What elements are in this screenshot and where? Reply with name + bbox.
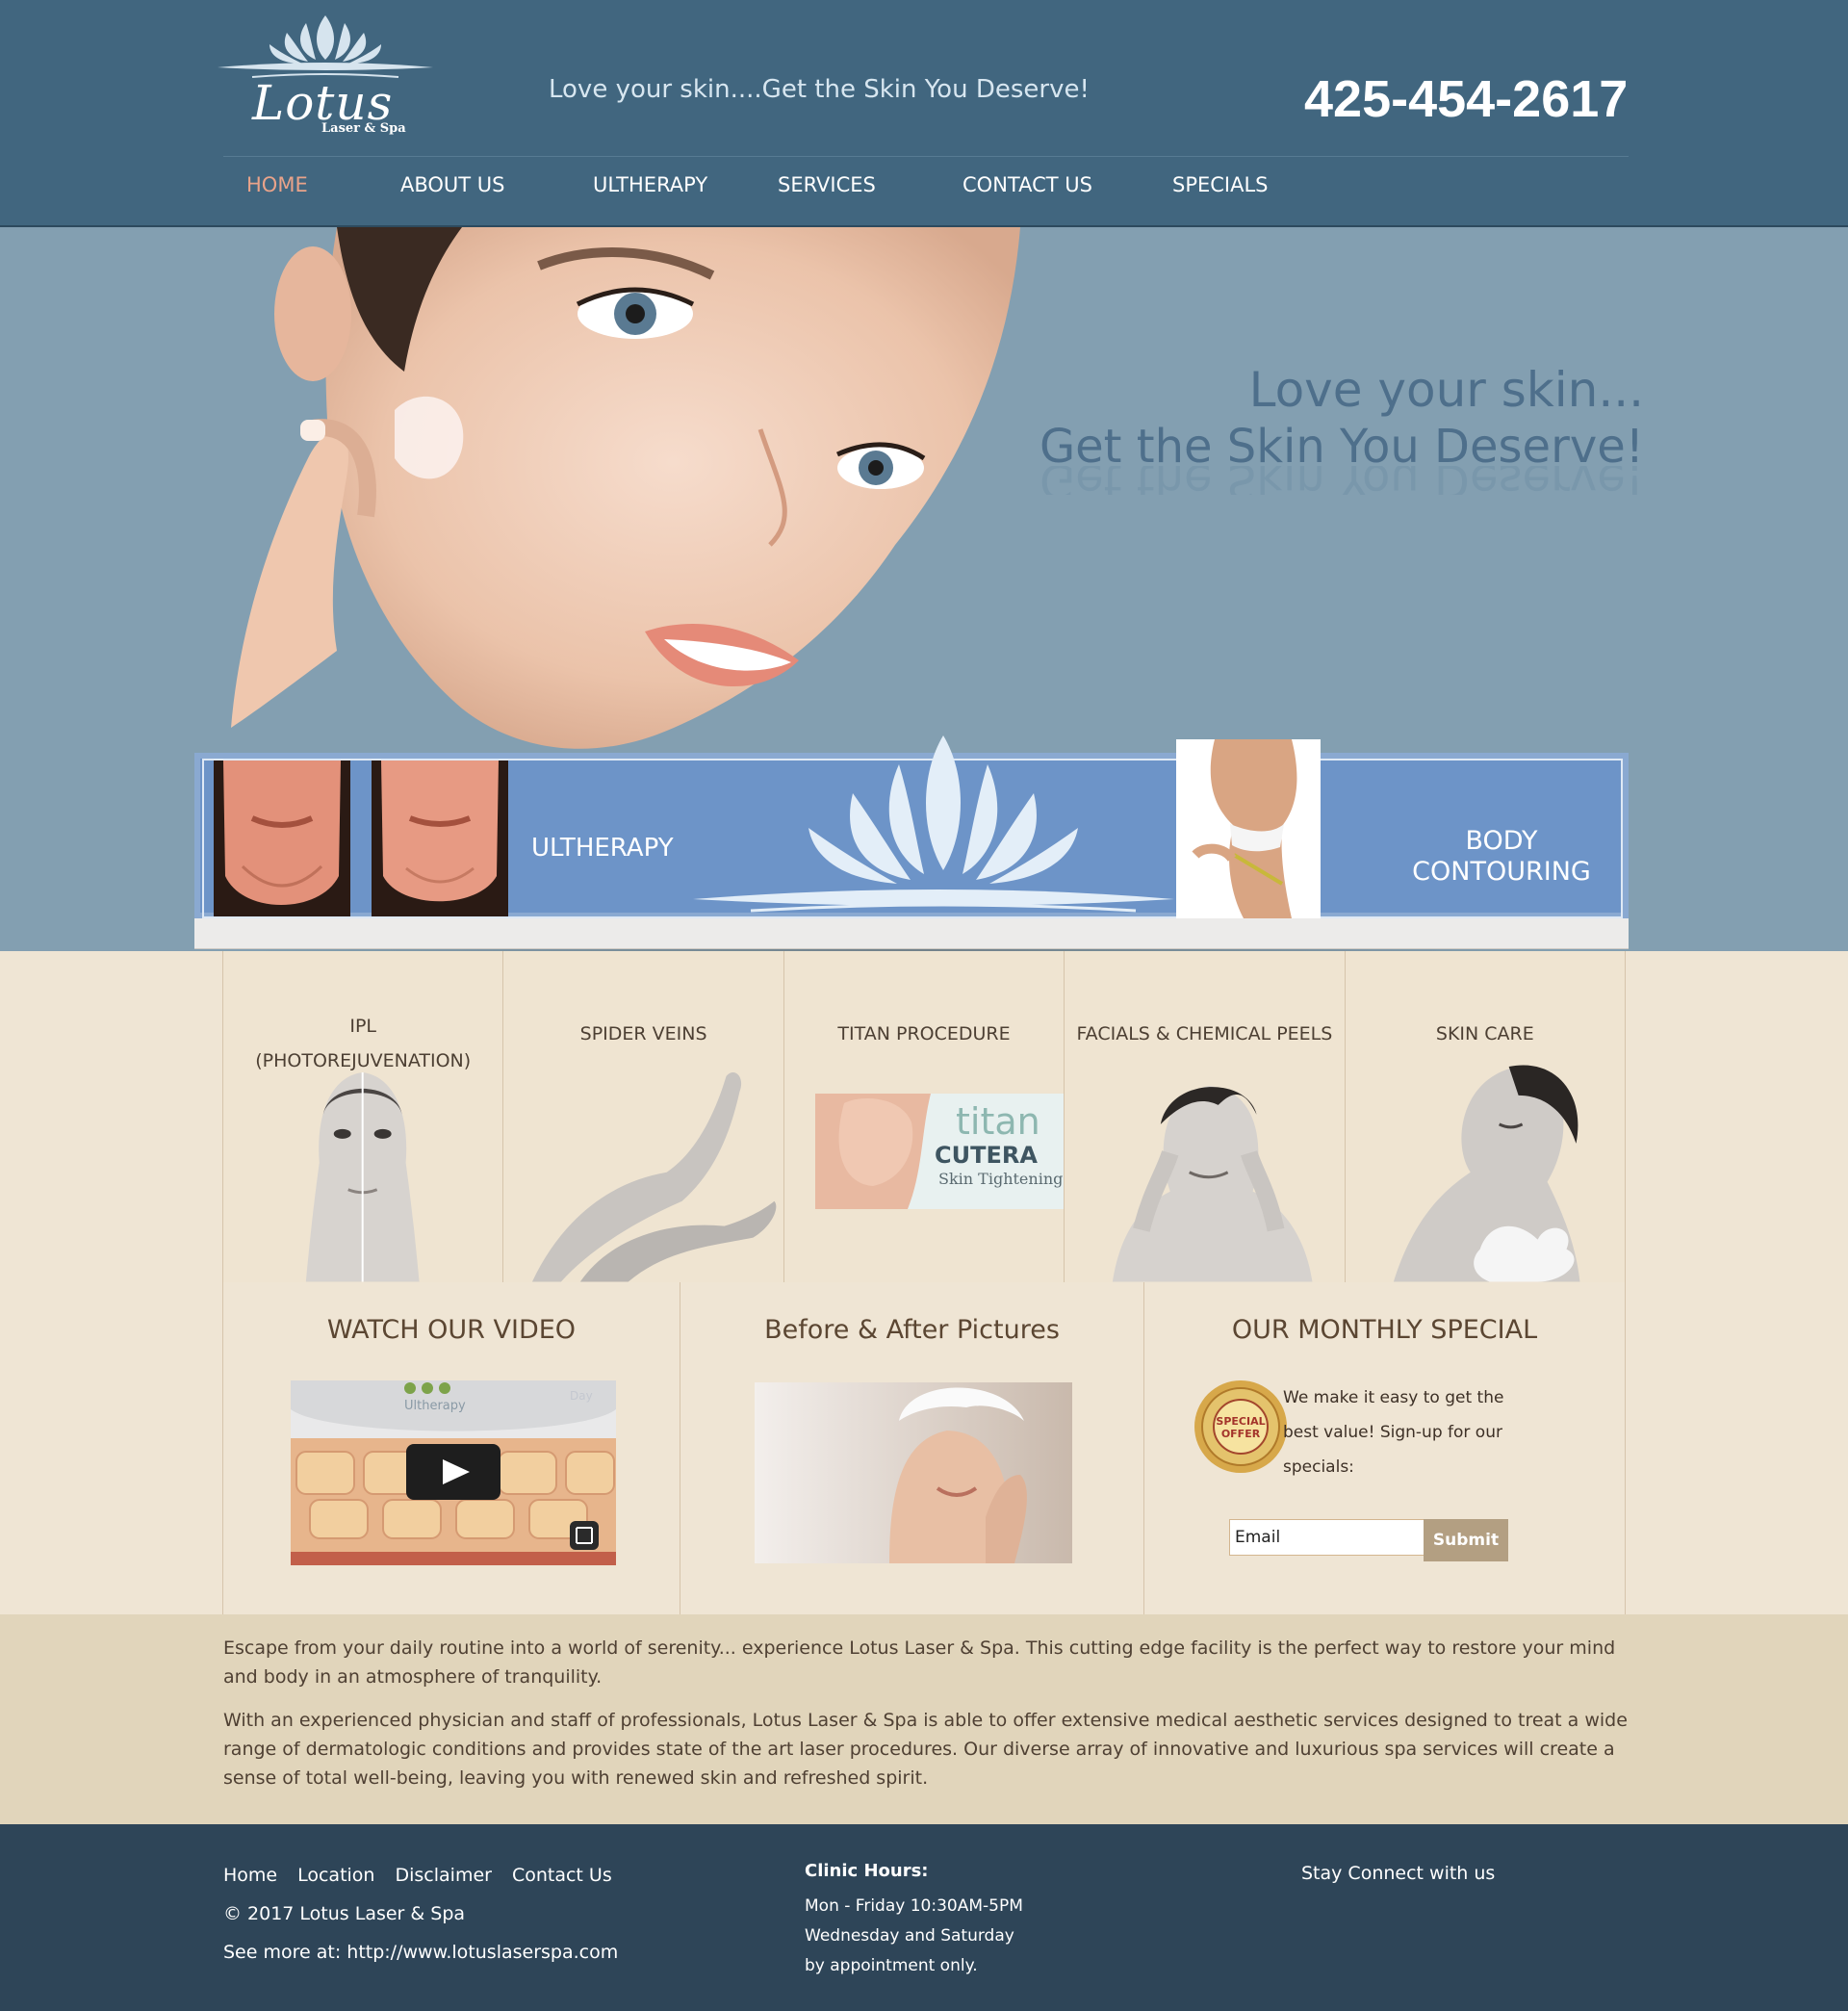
video-corner-text: Day <box>570 1389 593 1403</box>
nav-services[interactable]: SERVICES <box>755 173 939 212</box>
see-more-line: See more at: http://www.lotuslaserspa.co… <box>223 1942 618 1963</box>
nav-about-us[interactable]: ABOUT US <box>377 173 570 212</box>
logo-subtitle: Laser & Spa <box>321 121 406 136</box>
about-paragraph-2: With an experienced physician and staff … <box>223 1710 1628 1789</box>
facial-woman-image <box>1113 1085 1313 1282</box>
monthly-special-panel: OUR MONTHLY SPECIAL SPECIAL OFFER We mak… <box>1143 1282 1626 1614</box>
footer-link-location[interactable]: Location <box>297 1865 374 1886</box>
before-after-image[interactable] <box>755 1382 1072 1563</box>
service-card-title: TITAN PROCEDURE <box>837 1023 1011 1044</box>
header-tagline: Love your skin....Get the Skin You Deser… <box>549 75 1090 104</box>
titan-cutera-image: titan CUTERA Skin Tightening <box>814 1094 1065 1209</box>
lotus-watermark-icon <box>693 735 1174 913</box>
body-contouring-line2: CONTOURING <box>1412 857 1591 887</box>
hours-line-3: by appointment only. <box>805 1956 978 1975</box>
clinic-hours-title: Clinic Hours: <box>805 1861 929 1881</box>
nav-specials[interactable]: SPECIALS <box>1149 173 1342 212</box>
fullscreen-icon[interactable] <box>570 1521 599 1550</box>
service-cards: IPL (PHOTOREJUVENATION) SPIDER VEINS TIT… <box>222 951 1627 1282</box>
hero-woman-face-image <box>231 227 1021 749</box>
titan-brand-text: titan <box>956 1100 1040 1143</box>
site-header: Lotus Laser & Spa Love your skin....Get … <box>0 0 1848 227</box>
service-card-title: SPIDER VEINS <box>579 1023 707 1044</box>
nav-contact-us[interactable]: CONTACT US <box>939 173 1149 212</box>
ultherapy-after-image[interactable] <box>372 761 508 916</box>
copyright-text: © 2017 Lotus Laser & Spa <box>223 1903 466 1924</box>
ultherapy-video-thumbnail[interactable]: Ultherapy Day <box>291 1380 616 1565</box>
ipl-face-image <box>305 1071 420 1282</box>
hero-headline-line1: Love your skin... <box>1248 362 1644 418</box>
service-card-titan-procedure[interactable]: TITAN PROCEDURE titan CUTERA Skin Tighte… <box>783 951 1065 1282</box>
nav-ultherapy[interactable]: ULTHERAPY <box>570 173 755 212</box>
footer-link-contact-us[interactable]: Contact Us <box>512 1865 612 1886</box>
site-footer: Home Location Disclaimer Contact Us © 20… <box>0 1824 1848 2011</box>
website-link[interactable]: http://www.lotuslaserspa.com <box>346 1942 618 1963</box>
service-card-ipl[interactable]: IPL (PHOTOREJUVENATION) <box>222 951 503 1282</box>
service-card-title: SKIN CARE <box>1435 1023 1534 1044</box>
ultherapy-before-image[interactable] <box>214 761 350 916</box>
feature-panels: WATCH OUR VIDEO Ultherapy Day Before & A… <box>222 1282 1626 1614</box>
cutera-text: CUTERA <box>935 1142 1038 1169</box>
skin-care-woman-image <box>1393 1065 1580 1282</box>
video-brand-text: Ultherapy <box>404 1399 466 1413</box>
hours-line-1: Mon - Friday 10:30AM-5PM <box>805 1896 1023 1916</box>
see-more-prefix: See more at: <box>223 1942 347 1963</box>
skin-tightening-text: Skin Tightening <box>938 1170 1063 1188</box>
footer-link-disclaimer[interactable]: Disclaimer <box>395 1865 491 1886</box>
stay-connected-text: Stay Connect with us <box>1301 1863 1496 1884</box>
video-panel: WATCH OUR VIDEO Ultherapy Day <box>222 1282 680 1614</box>
service-card-skin-care[interactable]: SKIN CARE <box>1344 951 1627 1282</box>
service-card-title: FACIALS & CHEMICAL PEELS <box>1076 1023 1333 1044</box>
badge-text-1: SPECIAL <box>1216 1415 1265 1428</box>
banner-ultherapy-link[interactable]: ULTHERAPY <box>531 834 674 863</box>
clinic-hours: Mon - Friday 10:30AM-5PM Wednesday and S… <box>805 1892 1023 1981</box>
nav-home[interactable]: HOME <box>223 173 377 212</box>
video-panel-title: WATCH OUR VIDEO <box>326 1315 577 1345</box>
special-description: We make it easy to get the best value! S… <box>1283 1388 1504 1477</box>
service-card-spider-veins[interactable]: SPIDER VEINS <box>502 951 783 1282</box>
before-after-title: Before & After Pictures <box>764 1315 1060 1345</box>
before-after-panel: Before & After Pictures <box>680 1282 1143 1614</box>
banner-shelf <box>194 918 1629 949</box>
badge-text-2: OFFER <box>1221 1428 1261 1440</box>
footer-links: Home Location Disclaimer Contact Us <box>223 1865 632 1886</box>
email-input[interactable] <box>1229 1519 1456 1556</box>
banner-body-contouring-link[interactable]: BODY CONTOURING <box>1367 826 1636 888</box>
phone-number[interactable]: 425-454-2617 <box>1304 69 1628 129</box>
legs-image <box>532 1071 777 1282</box>
about-section: Escape from your daily routine into a wo… <box>0 1614 1848 1824</box>
special-offer-badge-icon: SPECIAL OFFER <box>1194 1380 1287 1473</box>
about-paragraph-1: Escape from your daily routine into a wo… <box>223 1637 1616 1688</box>
body-contouring-image[interactable] <box>1176 739 1321 918</box>
header-divider <box>223 156 1629 157</box>
service-card-facials-peels[interactable]: FACIALS & CHEMICAL PEELS <box>1064 951 1345 1282</box>
main-nav: HOME ABOUT US ULTHERAPY SERVICES CONTACT… <box>223 173 1342 212</box>
hours-line-2: Wednesday and Saturday <box>805 1926 1014 1946</box>
body-contouring-line1: BODY <box>1465 826 1538 856</box>
monthly-special-title: OUR MONTHLY SPECIAL <box>1231 1315 1538 1345</box>
hero-headline-reflection: Get the Skin You Deserve! <box>1039 466 1644 495</box>
submit-button[interactable]: Submit <box>1424 1519 1508 1561</box>
service-title-line1: IPL <box>349 1016 377 1037</box>
footer-link-home[interactable]: Home <box>223 1865 277 1886</box>
